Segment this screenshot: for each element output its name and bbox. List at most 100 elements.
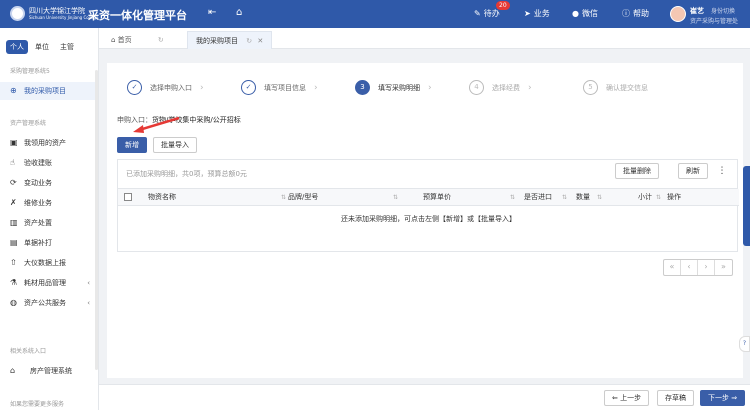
sidebar-item-reprint[interactable]: ▤ 单据补打 <box>0 234 98 252</box>
help-button[interactable]: ⓘ 帮助 <box>622 8 649 19</box>
sidebar-item-public-service[interactable]: ◍ 资产公共服务 ‹ <box>0 294 98 312</box>
next-page-button[interactable]: › <box>698 260 715 275</box>
todo-badge: 20 <box>496 1 510 10</box>
sidebar-item-label: 房产管理系统 <box>30 367 72 375</box>
col-unit-price[interactable]: 预算单价 <box>423 189 451 206</box>
trash-icon: ▥ <box>10 218 18 227</box>
wechat-icon: ● <box>572 9 579 18</box>
sort-icon[interactable]: ⇅ <box>656 189 661 206</box>
todo-button[interactable]: ✎ 待办 <box>474 8 500 19</box>
prev-step-button[interactable]: ⇐ 上一步 <box>604 390 650 406</box>
avatar[interactable] <box>670 6 686 22</box>
col-material-name[interactable]: 物资名称 <box>148 189 176 206</box>
step-3: 3 填写采购明细 › <box>355 80 432 95</box>
arrow-right-icon: ⇒ <box>729 394 738 402</box>
col-actions: 操作 <box>667 193 681 201</box>
reload-icon[interactable]: ↻ <box>246 37 252 45</box>
col-brand-model[interactable]: 品牌/型号 <box>288 189 318 206</box>
refresh-button[interactable]: 刷新 <box>678 163 708 179</box>
sidebar-scope-tabs: 个人 单位 主管 <box>6 40 78 54</box>
prev-step-label: 上一步 <box>620 394 642 402</box>
sidebar-item-my-assets[interactable]: ▣ 我领用的资产 <box>0 134 98 152</box>
chevron-right-icon: › <box>314 82 318 93</box>
col-imported[interactable]: 是否进口 <box>524 189 552 206</box>
step-label: 确认提交信息 <box>606 83 648 92</box>
reload-icon[interactable]: ↻ <box>158 36 164 44</box>
wrench-icon: ✗ <box>10 198 17 207</box>
sidebar-item-instrument-report[interactable]: ⇧ 大仪数据上报 <box>0 254 98 272</box>
pointer-arrow <box>133 116 180 133</box>
step-number: 4 <box>469 80 484 95</box>
help-label: 帮助 <box>633 9 649 18</box>
upload-icon: ⇧ <box>10 258 17 267</box>
first-page-button[interactable]: « <box>664 260 681 275</box>
step-4: 4 选择经费 › <box>469 80 532 95</box>
sort-icon[interactable]: ⇅ <box>562 189 567 206</box>
prev-page-button[interactable]: ‹ <box>681 260 698 275</box>
sidebar: 个人 单位 主管 采购管理系统5 ⊕ 我的采购项目 资产管理系统 ▣ 我领用的资产… <box>0 28 99 410</box>
sort-icon[interactable]: ⇅ <box>597 189 602 206</box>
tab-home[interactable]: ⌂ 首页 ↻ <box>103 31 172 49</box>
switch-identity-link[interactable]: 身份切换 <box>711 6 735 15</box>
main-panel: ✓ 选择申购入口 › ✓ 填写项目信息 › 3 填写采购明细 › 4 选择经费 … <box>107 63 743 378</box>
close-icon[interactable]: ✕ <box>257 37 263 45</box>
college-seal-icon <box>10 6 25 21</box>
arrow-left-icon: ⇐ <box>612 394 621 402</box>
house-icon: ⌂ <box>10 366 16 375</box>
sidebar-item-label: 变动业务 <box>24 179 52 187</box>
batch-delete-button[interactable]: 批量删除 <box>615 163 659 179</box>
sidebar-item-housing[interactable]: ⌂ 房产管理系统 <box>0 362 98 380</box>
wechat-label: 微信 <box>581 9 598 18</box>
tab-personal[interactable]: 个人 <box>6 40 28 54</box>
save-draft-button[interactable]: 存草稿 <box>657 390 694 406</box>
top-bar: 四川大学锦江学院 Sichuan University Jinjiang Col… <box>0 0 750 28</box>
sort-icon[interactable]: ⇅ <box>393 189 398 206</box>
question-icon: ⓘ <box>622 9 630 18</box>
next-step-label: 下一步 <box>708 394 729 402</box>
next-step-button[interactable]: 下一步 ⇒ <box>700 390 746 406</box>
edit-icon: ✎ <box>474 9 481 18</box>
business-button[interactable]: ➤ 业务 <box>524 8 550 19</box>
sort-icon[interactable]: ⇅ <box>281 189 286 206</box>
sidebar-item-repair[interactable]: ✗ 维修业务 <box>0 194 98 212</box>
section-assets: 资产管理系统 <box>10 120 47 127</box>
sort-icon[interactable]: ⇅ <box>510 189 515 206</box>
col-subtotal[interactable]: 小计 <box>638 189 652 206</box>
section-procurement: 采购管理系统5 <box>10 68 50 75</box>
tab-unit[interactable]: 单位 <box>31 40 53 54</box>
right-side-tab[interactable] <box>743 166 750 246</box>
wechat-button[interactable]: ● 微信 <box>572 8 598 19</box>
add-button[interactable]: 新增 <box>117 137 147 153</box>
step-label: 填写采购明细 <box>378 83 420 92</box>
sidebar-item-label: 验收建账 <box>24 159 52 167</box>
home-icon[interactable]: ⌂ <box>236 7 242 18</box>
sidebar-item-disposal[interactable]: ▥ 资产处置 <box>0 214 98 232</box>
page-tabs: ⌂ 首页 ↻ 我的采购项目 ↻ ✕ <box>99 28 750 49</box>
sidebar-item-acceptance[interactable]: ☝ 验收建账 <box>0 154 98 172</box>
college-logo[interactable]: 四川大学锦江学院 Sichuan University Jinjiang Col… <box>10 6 98 21</box>
sidebar-item-label: 我领用的资产 <box>24 139 66 147</box>
tab-my-procurement[interactable]: 我的采购项目 ↻ ✕ <box>187 31 273 49</box>
sidebar-item-consumables[interactable]: ⚗ 耗材用品管理 ‹ <box>0 274 98 292</box>
sidebar-scrollbar[interactable] <box>95 70 98 370</box>
home-icon: ⌂ <box>111 36 118 44</box>
step-number: 3 <box>355 80 370 95</box>
section-related: 相关系统入口 <box>10 348 47 355</box>
sidebar-item-label: 耗材用品管理 <box>24 279 66 287</box>
select-all-checkbox[interactable] <box>124 193 132 201</box>
tab-supervisor[interactable]: 主管 <box>56 40 78 54</box>
collapse-sidebar-icon[interactable]: ⇤ <box>208 7 216 18</box>
more-options-icon[interactable]: ⋮ <box>715 164 729 178</box>
step-5: 5 确认提交信息 <box>583 80 648 95</box>
app-title: 采资一体化管理平台 <box>88 9 187 22</box>
floating-help-icon[interactable]: ? <box>739 336 750 352</box>
sidebar-item-changes[interactable]: ⟳ 变动业务 <box>0 174 98 192</box>
printer-icon: ▤ <box>10 238 18 247</box>
col-quantity[interactable]: 数量 <box>576 189 590 206</box>
batch-import-button[interactable]: 批量导入 <box>153 137 197 153</box>
last-page-button[interactable]: » <box>715 260 732 275</box>
sidebar-item-label: 资产公共服务 <box>24 299 66 307</box>
detail-table: 物资名称 ⇅ 品牌/型号 ⇅ 预算单价 ⇅ 是否进口 ⇅ 数量 ⇅ 小计 ⇅ 操… <box>117 188 739 252</box>
sidebar-item-label: 大仪数据上报 <box>24 259 66 267</box>
sidebar-item-my-procurement[interactable]: ⊕ 我的采购项目 <box>0 82 98 100</box>
